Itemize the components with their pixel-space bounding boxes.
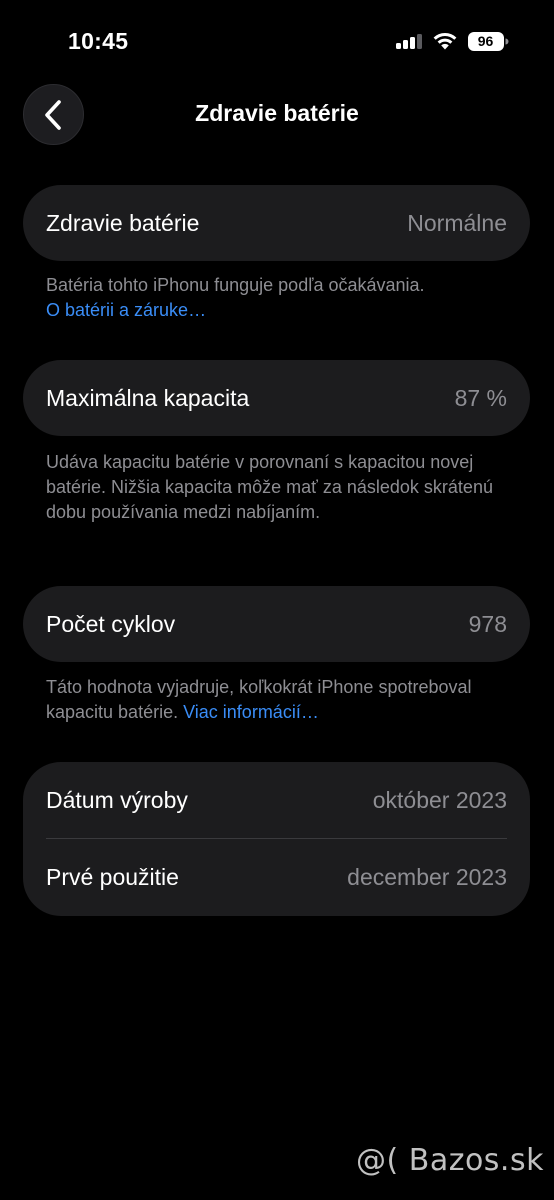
max-capacity-footnote: Udáva kapacitu batérie v porovnaní s kap… [46,452,493,522]
cycle-count-label: Počet cyklov [46,610,176,637]
max-capacity-value: 87 % [454,384,507,411]
manufacture-date-row: Dátum výroby október 2023 [23,762,530,839]
status-time: 10:45 [68,28,129,54]
first-use-row: Prvé použitie december 2023 [23,839,530,916]
battery-health-label: Zdravie batérie [46,209,200,236]
manufacture-date-label: Dátum výroby [46,787,188,813]
cycle-count-card: Počet cyklov 978 [23,586,530,662]
battery-warranty-link[interactable]: O batérii a záruke… [46,300,206,320]
more-info-link[interactable]: Viac informácií… [183,702,319,722]
battery-health-row: Zdravie batérie Normálne [23,185,530,261]
cycle-count-row: Počet cyklov 978 [23,586,530,662]
battery-percentage: 96 [477,33,494,49]
max-capacity-label: Maximálna kapacita [46,384,250,411]
first-use-value: december 2023 [347,864,507,890]
battery-health-card: Zdravie batérie Normálne [23,185,530,261]
cycle-count-value: 978 [468,610,507,637]
max-capacity-row: Maximálna kapacita 87 % [23,360,530,436]
watermark: @( Bazos.sk [356,1143,544,1178]
wifi-icon [433,32,457,50]
page-title: Zdravie batérie [195,100,359,126]
cycle-count-footnote: Táto hodnota vyjadruje, koľkokrát iPhone… [46,675,506,725]
battery-health-screen: 10:45 96 Zdravie batérie Zdravie batérie… [0,0,554,1200]
status-bar: 10:45 96 [0,0,554,80]
battery-health-footnote: Batéria tohto iPhonu funguje podľa očaká… [46,273,516,323]
dates-card: Dátum výroby október 2023 Prvé použitie … [23,762,530,916]
battery-health-footnote-text: Batéria tohto iPhonu funguje podľa očaká… [46,275,425,295]
cellular-signal-icon [396,33,426,49]
battery-health-value: Normálne [407,209,507,236]
first-use-label: Prvé použitie [46,864,179,890]
manufacture-date-value: október 2023 [372,787,507,813]
max-capacity-card: Maximálna kapacita 87 % [23,360,530,436]
